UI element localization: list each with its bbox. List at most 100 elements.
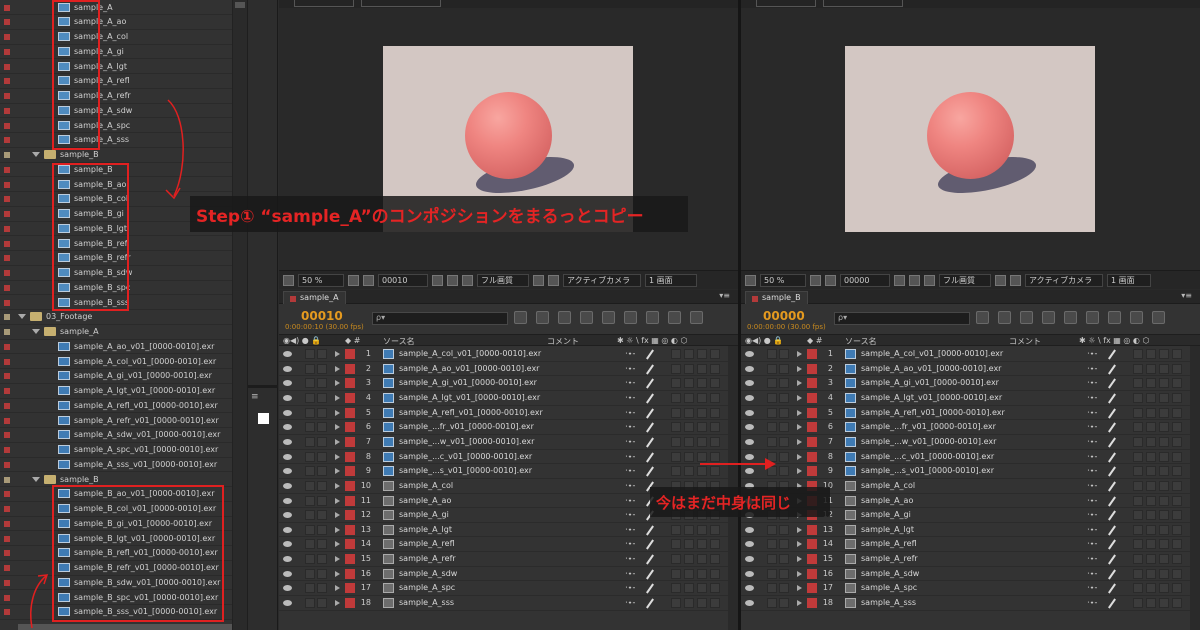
layer-switch-box[interactable] [1172,349,1182,359]
layer-switch-box[interactable] [1146,363,1156,374]
visibility-eye-icon[interactable] [283,556,292,563]
layer-switch-box[interactable] [710,451,720,462]
layer-switch-box[interactable] [1172,422,1182,433]
expand-layer-icon[interactable] [797,351,802,357]
layer-row[interactable]: 17 sample_A_spc ⋅⋆- [279,581,738,597]
quality-switch-icon[interactable] [1108,583,1116,594]
layer-switch-box[interactable] [1159,524,1169,535]
label-color-swatch[interactable] [4,329,10,335]
collapse-switch-icon[interactable]: ⋅⋆- [625,554,635,563]
visibility-eye-icon[interactable] [745,526,754,533]
layer-label-color[interactable] [807,363,817,374]
audio-switch[interactable] [305,495,315,506]
audio-switch[interactable] [305,480,315,491]
collapse-switch-icon[interactable]: ⋅⋆- [625,422,635,431]
label-color-swatch[interactable] [4,255,10,262]
layer-switch-box[interactable] [1133,598,1143,609]
camera-snapshot-icon[interactable] [432,274,443,286]
camera-select[interactable]: アクティブカメラ [563,273,641,287]
layer-switch-box[interactable] [1133,539,1143,550]
label-color-swatch[interactable] [4,107,10,114]
audio-switch[interactable] [305,598,315,609]
quality-switch-icon[interactable] [1108,451,1116,463]
layer-switch-box[interactable] [684,598,694,609]
timer-icon[interactable] [1130,311,1143,324]
layer-switch-box[interactable] [1146,480,1156,491]
solo-switch[interactable] [779,363,789,374]
project-item-row[interactable]: sample_A_sss_v01_[0000-0010].exr [0,458,232,473]
label-color-swatch[interactable] [4,240,10,247]
layer-source-name[interactable]: sample_A_lgt_v01_[0000-0010].exr [861,393,1002,402]
draft-3d-icon[interactable] [1020,311,1033,324]
label-color-swatch[interactable] [4,19,10,26]
draft-3d-icon[interactable] [558,311,571,324]
layer-switch-box[interactable] [1159,554,1169,565]
project-item-row[interactable]: sample_A_refr_v01_[0000-0010].exr [0,414,232,429]
label-color-swatch[interactable] [4,225,10,232]
collapse-switch-icon[interactable]: ⋅⋆- [1087,422,1097,431]
layer-switch-box[interactable] [671,422,681,433]
transparency-grid-icon[interactable] [1010,274,1021,286]
expand-layer-icon[interactable] [797,541,802,548]
solo-switch[interactable] [317,392,327,403]
visibility-eye-icon[interactable] [283,365,292,372]
layer-source-name[interactable]: sample_...w_v01_[0000-0010].exr [861,437,996,446]
view-layout-select[interactable]: 1 画面 [1107,273,1151,287]
layer-source-name[interactable]: sample_A_refr [861,554,918,563]
expand-layer-icon[interactable] [797,526,802,533]
layer-switch-box[interactable] [1146,510,1156,521]
quality-switch-icon[interactable] [1108,481,1116,492]
layer-source-name[interactable]: sample_A_gi_v01_[0000-0010].exr [399,378,537,387]
layer-switch-box[interactable] [1146,451,1156,462]
layer-label-color[interactable] [345,466,355,477]
project-item-row[interactable]: sample_A_spc_v01_[0000-0010].exr [0,443,232,458]
label-color-swatch[interactable] [4,506,10,512]
layer-search-input[interactable]: ρ▾ [834,312,970,325]
layer-source-name[interactable]: sample_A_refr [399,554,456,563]
project-item-row[interactable]: sample_A_gi_v01_[0000-0010].exr [0,369,232,384]
layer-switch-box[interactable] [1133,349,1143,359]
layer-switch-box[interactable] [684,436,694,447]
layer-switch-box[interactable] [684,568,694,579]
expand-layer-icon[interactable] [797,600,802,607]
expand-layer-icon[interactable] [335,482,340,489]
collapse-switch-icon[interactable]: ⋅⋆- [1087,378,1097,387]
layer-switch-box[interactable] [710,598,720,609]
layer-switch-box[interactable] [684,554,694,565]
layer-row[interactable]: 18 sample_A_sss ⋅⋆- [741,596,1200,611]
brainstorm-icon[interactable] [690,311,703,324]
layer-switch-box[interactable] [710,539,720,550]
source-name-header[interactable]: ソース名 [383,336,415,347]
layer-source-name[interactable]: sample_A_sss [399,598,454,607]
expand-layer-icon[interactable] [797,438,802,445]
layer-row[interactable]: 14 sample_A_refl ⋅⋆- [279,537,738,553]
audio-switch[interactable] [305,568,315,579]
quality-switch-icon[interactable] [1108,569,1116,580]
layer-switch-box[interactable] [1159,568,1169,579]
quality-switch-icon[interactable] [1108,378,1116,389]
layer-label-color[interactable] [345,363,355,374]
quality-switch-icon[interactable] [646,437,654,448]
solo-switch[interactable] [779,349,789,359]
layer-source-name[interactable]: sample_A_lgt [861,525,914,534]
expand-layer-icon[interactable] [335,394,340,401]
layer-source-name[interactable]: sample_A_ao_v01_[0000-0010].exr [399,364,539,373]
layer-switch-box[interactable] [1172,466,1182,477]
collapse-switch-icon[interactable]: ⋅⋆- [625,393,635,402]
layer-switch-box[interactable] [1146,583,1156,594]
quality-switch-icon[interactable] [646,349,654,360]
layer-switch-box[interactable] [1133,524,1143,535]
project-scrollbar[interactable] [232,0,247,630]
collapse-switch-icon[interactable]: ⋅⋆- [625,452,635,461]
label-color-swatch[interactable] [4,63,10,70]
collapse-switch-icon[interactable]: ⋅⋆- [625,408,635,417]
layer-switch-box[interactable] [1172,598,1182,609]
quality-switch-icon[interactable] [1108,510,1116,521]
solo-switch[interactable] [779,466,789,477]
layer-switch-box[interactable] [1133,407,1143,418]
expand-layer-icon[interactable] [797,570,802,577]
layer-source-name[interactable]: sample_...fr_v01_[0000-0010].exr [399,422,534,431]
layer-switch-box[interactable] [684,392,694,403]
solo-switch[interactable] [317,554,327,565]
visibility-eye-icon[interactable] [283,600,292,607]
